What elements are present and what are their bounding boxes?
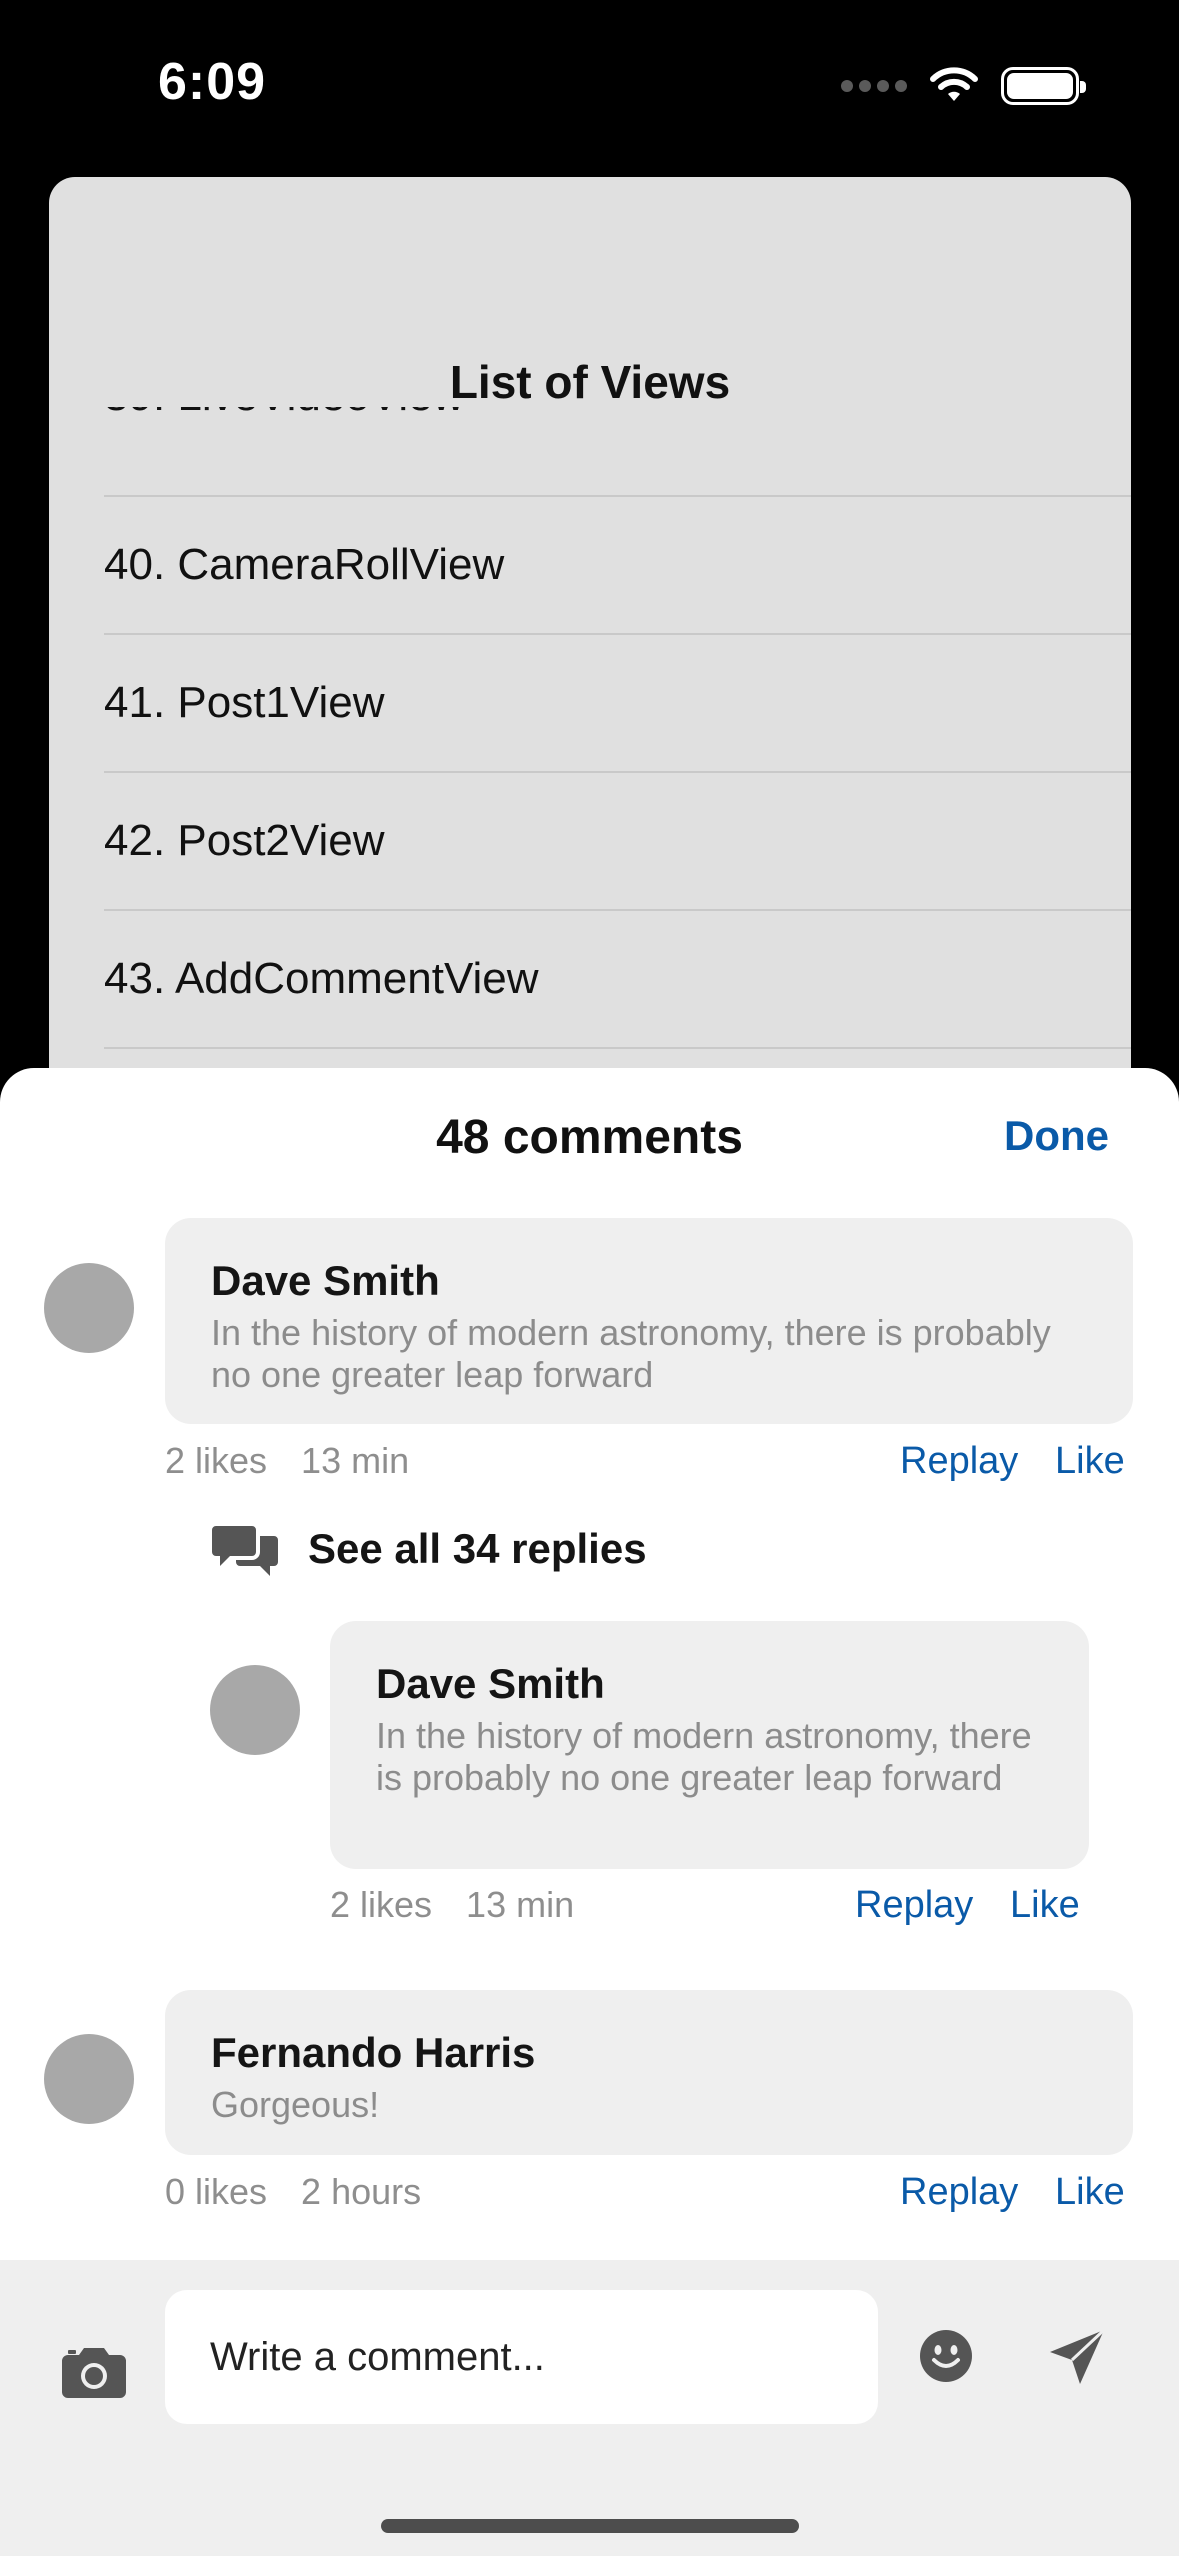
comment-time: 13 min	[466, 1884, 575, 1925]
reply-button[interactable]: Replay	[900, 1440, 1018, 1483]
status-bar: 6:09	[0, 0, 1179, 170]
comment-bubble: Dave Smith In the history of modern astr…	[165, 1218, 1133, 1424]
comment-meta: 0 likes 2 hours	[165, 2171, 421, 2213]
avatar[interactable]	[44, 1263, 134, 1353]
comment-bubble: Fernando Harris Gorgeous!	[165, 1990, 1133, 2155]
reply-bubble: Dave Smith In the history of modern astr…	[330, 1621, 1089, 1869]
send-icon[interactable]	[1048, 2328, 1106, 2386]
home-indicator	[381, 2519, 799, 2533]
status-time: 6:09	[158, 53, 267, 111]
comments-count-title: 48 comments	[436, 1111, 743, 1164]
list-item[interactable]: 41. Post1View	[104, 635, 1131, 773]
comment-author[interactable]: Dave Smith	[376, 1659, 1043, 1709]
list-item[interactable]: 42. Post2View	[104, 773, 1131, 911]
comment-text: In the history of modern astronomy, ther…	[211, 1312, 1051, 1395]
reply-button[interactable]: Replay	[900, 2171, 1018, 2214]
battery-icon	[1001, 67, 1086, 105]
emoji-icon[interactable]	[920, 2330, 972, 2382]
like-button[interactable]: Like	[1010, 1884, 1080, 1927]
list-item[interactable]: 39. LiveVideoView	[104, 407, 1131, 497]
views-list: 39. LiveVideoView 40. CameraRollView 41.…	[104, 407, 1131, 1049]
cellular-signal-icon	[841, 80, 907, 92]
reply-button[interactable]: Replay	[855, 1884, 973, 1927]
likes-count: 0 likes	[165, 2171, 268, 2212]
list-item[interactable]: 43. AddCommentView	[104, 911, 1131, 1049]
status-icons	[841, 62, 1086, 110]
comment-time: 13 min	[301, 1440, 410, 1481]
avatar[interactable]	[44, 2034, 134, 2124]
list-item[interactable]: 40. CameraRollView	[104, 497, 1131, 635]
done-button[interactable]: Done	[1004, 1112, 1109, 1160]
avatar[interactable]	[210, 1665, 300, 1755]
comment-input[interactable]	[165, 2290, 878, 2424]
comment-meta: 2 likes 13 min	[330, 1884, 574, 1926]
comment-meta: 2 likes 13 min	[165, 1440, 409, 1482]
comment-text: In the history of modern astronomy, ther…	[376, 1715, 1032, 1798]
see-all-replies-label: See all 34 replies	[308, 1525, 647, 1572]
like-button[interactable]: Like	[1055, 1440, 1125, 1483]
list-of-views-sheet: List of Views 39. LiveVideoView 40. Came…	[49, 177, 1131, 1157]
chat-bubbles-icon	[212, 1526, 278, 1576]
wifi-icon	[930, 67, 978, 101]
comment-text: Gorgeous!	[211, 2084, 380, 2125]
camera-icon[interactable]	[62, 2346, 126, 2398]
see-all-replies-button[interactable]: See all 34 replies	[212, 1522, 647, 1576]
comment-input-bar	[0, 2260, 1179, 2556]
comment-author[interactable]: Dave Smith	[211, 1256, 1087, 1306]
comment-time: 2 hours	[301, 2171, 422, 2212]
comment-author[interactable]: Fernando Harris	[211, 2028, 1087, 2078]
like-button[interactable]: Like	[1055, 2171, 1125, 2214]
comments-sheet: 48 comments Done Dave Smith In the histo…	[0, 1068, 1179, 2556]
list-title: List of Views	[449, 356, 731, 408]
likes-count: 2 likes	[165, 1440, 268, 1481]
likes-count: 2 likes	[330, 1884, 433, 1925]
